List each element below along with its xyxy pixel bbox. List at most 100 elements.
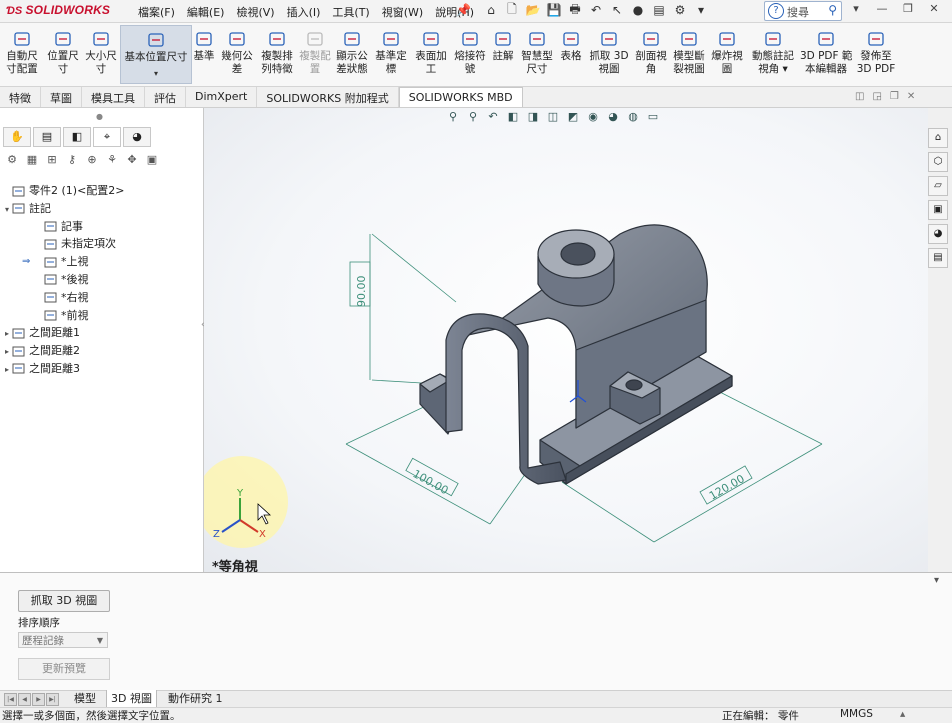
help-icon[interactable]: ? [768, 3, 784, 19]
command-tab-0[interactable]: 特徵 [0, 87, 41, 107]
tab-model[interactable]: 模型 [70, 690, 100, 707]
undo-icon[interactable]: ↶ [587, 1, 605, 19]
apply-scene-icon[interactable]: ◍ [626, 110, 640, 124]
ribbon-button-2[interactable]: 大小尺 寸 [82, 25, 120, 82]
capture-3d-view-button[interactable]: 抓取 3D 視圖 [18, 590, 110, 612]
section-view-tool-icon[interactable]: ◧ [506, 110, 520, 124]
expand-icon[interactable]: ▸ [2, 361, 12, 379]
tol-status-icon[interactable]: ⊞ [44, 153, 60, 169]
ribbon-button-4[interactable]: 基準 [192, 25, 216, 82]
ribbon-button-21[interactable]: 發佈至 3D PDF [854, 25, 898, 82]
ribbon-button-5[interactable]: 幾何公 差 [218, 25, 256, 82]
file-properties-icon[interactable]: ▤ [650, 1, 668, 19]
zoom-area-icon[interactable]: ⚲ [466, 110, 480, 124]
help-dropdown-icon[interactable]: ▾ [848, 2, 864, 18]
expand-icon[interactable]: ▸ [2, 325, 12, 343]
ribbon-button-15[interactable]: 抓取 3D 視圖 [588, 25, 630, 82]
show-tolerance-status-icon[interactable]: ▦ [24, 153, 40, 169]
refresh-preview-button[interactable]: 更新預覽 [18, 658, 110, 680]
panel-grip-icon[interactable]: ● [96, 112, 103, 121]
doc-close-icon[interactable]: ✕ [907, 91, 915, 102]
zoom-to-fit-icon[interactable]: ⚲ [446, 110, 460, 124]
ribbon-button-9[interactable]: 基準定 標 [372, 25, 410, 82]
command-tab-6[interactable]: SOLIDWORKS MBD [398, 87, 523, 107]
unit-system[interactable]: MMGS [840, 708, 873, 720]
save-icon[interactable]: 💾 [545, 1, 563, 19]
expand-icon[interactable]: ▸ [2, 343, 12, 361]
command-tab-2[interactable]: 模具工具 [82, 87, 145, 107]
ribbon-button-10[interactable]: 表面加 工 [412, 25, 450, 82]
ribbon-button-1[interactable]: 位置尺 寸 [44, 25, 82, 82]
tree-node[interactable]: *後視 [2, 271, 200, 289]
custom-properties-icon[interactable]: ▤ [928, 248, 948, 268]
doc-restore-icon[interactable]: ❐ [890, 91, 899, 102]
minimize-icon[interactable]: — [874, 2, 890, 18]
ribbon-button-7[interactable]: 複製配 置 [298, 25, 332, 82]
menu-item-5[interactable]: 視窗(W) [376, 0, 429, 22]
ribbon-button-13[interactable]: 智慧型 尺寸 [518, 25, 556, 82]
menu-item-6[interactable]: 說明(H) [429, 0, 480, 22]
view-orientation-icon[interactable]: ◫ [546, 110, 560, 124]
hide-show-items-icon[interactable]: ◉ [586, 110, 600, 124]
view-palette-icon[interactable]: ▣ [928, 200, 948, 220]
ribbon-button-16[interactable]: 剖面視 角 [632, 25, 670, 82]
ribbon-button-14[interactable]: 表格 [558, 25, 584, 82]
tree-node[interactable]: ▾ 註記 [2, 200, 200, 218]
dimension-100[interactable]: 100.00 [411, 467, 451, 497]
copy-scheme-tool-icon[interactable]: ⚘ [104, 153, 120, 169]
ribbon-button-8[interactable]: 顯示公 差狀態 [334, 25, 370, 82]
height-dimension[interactable] [349, 233, 457, 385]
options-gear-icon[interactable]: ⚙ [671, 1, 689, 19]
ribbon-button-18[interactable]: 爆炸視 圖 [708, 25, 746, 82]
sort-order-select[interactable]: 歷程記錄 ▼ [18, 632, 108, 648]
tree-node[interactable]: 記事 [2, 218, 200, 236]
part-model[interactable] [419, 224, 733, 485]
restore-icon[interactable]: ❐ [900, 2, 916, 18]
ribbon-button-11[interactable]: 熔接符 號 [452, 25, 488, 82]
delete-scheme-icon[interactable]: ▣ [144, 153, 160, 169]
menu-item-1[interactable]: 編輯(E) [181, 0, 231, 22]
first-tab-icon[interactable]: |◀ [4, 693, 17, 706]
tree-node[interactable]: ▸ 之間距離2 [2, 342, 200, 360]
pin-icon[interactable]: 📌 [456, 3, 471, 17]
ribbon-button-3[interactable]: 基本位置尺寸 ▾ [120, 25, 192, 84]
rebuild-icon[interactable]: ● [629, 1, 647, 19]
file-explorer-icon[interactable]: ▱ [928, 176, 948, 196]
menu-item-0[interactable]: 檔案(F) [132, 0, 181, 22]
unit-dropdown-icon[interactable]: ▴ [900, 708, 905, 720]
command-tab-3[interactable]: 評估 [145, 87, 186, 107]
property-manager-tab[interactable]: ▤ [33, 127, 61, 147]
command-tab-4[interactable]: DimXpert [186, 87, 258, 107]
dynamic-annotation-icon[interactable]: ◨ [526, 110, 540, 124]
tree-node[interactable]: ▸ 之間距離3 [2, 360, 200, 378]
tree-node[interactable]: ⇒ *上視 [2, 253, 200, 271]
home-icon[interactable]: ⌂ [482, 1, 500, 19]
solidworks-resources-icon[interactable]: ⌂ [928, 128, 948, 148]
tab-3d-views[interactable]: 3D 視圖 [106, 690, 157, 707]
next-tab-icon[interactable]: ▶ [32, 693, 45, 706]
open-icon[interactable]: 📂 [524, 1, 542, 19]
view-settings-icon[interactable]: ▭ [646, 110, 660, 124]
design-library-icon[interactable]: ⬡ [928, 152, 948, 172]
display-manager-tab[interactable]: ◕ [123, 127, 151, 147]
prev-tab-icon[interactable]: ◀ [18, 693, 31, 706]
menu-item-3[interactable]: 插入(I) [281, 0, 327, 22]
auto-dimension-scheme-icon[interactable]: ⚙ [4, 153, 20, 169]
select-icon[interactable]: ↖ [608, 1, 626, 19]
tree-node[interactable]: ▸ 之間距離1 [2, 324, 200, 342]
ribbon-button-12[interactable]: 註解 [490, 25, 516, 82]
collapse-panel-chevron-icon[interactable]: ▾ [934, 575, 939, 586]
appearances-icon[interactable]: ◕ [928, 224, 948, 244]
command-tab-5[interactable]: SOLIDWORKS 附加程式 [257, 87, 399, 107]
new-document-icon[interactable]: 🗋 [503, 1, 521, 19]
tree-node[interactable]: 未指定項次 [2, 235, 200, 253]
menu-item-2[interactable]: 檢視(V) [230, 0, 280, 22]
print-icon[interactable]: 🖶 [566, 1, 584, 19]
ribbon-button-19[interactable]: 動態註記 視角 ▾ [748, 25, 798, 82]
search-box[interactable]: ? 搜尋 ⚲ [764, 1, 842, 21]
tab-motion-study[interactable]: 動作研究 1 [164, 690, 227, 707]
dropdown-icon[interactable]: ▾ [692, 1, 710, 19]
configuration-manager-tab[interactable]: ◧ [63, 127, 91, 147]
display-style-icon[interactable]: ◩ [566, 110, 580, 124]
ribbon-button-17[interactable]: 模型斷 裂視圖 [672, 25, 706, 82]
